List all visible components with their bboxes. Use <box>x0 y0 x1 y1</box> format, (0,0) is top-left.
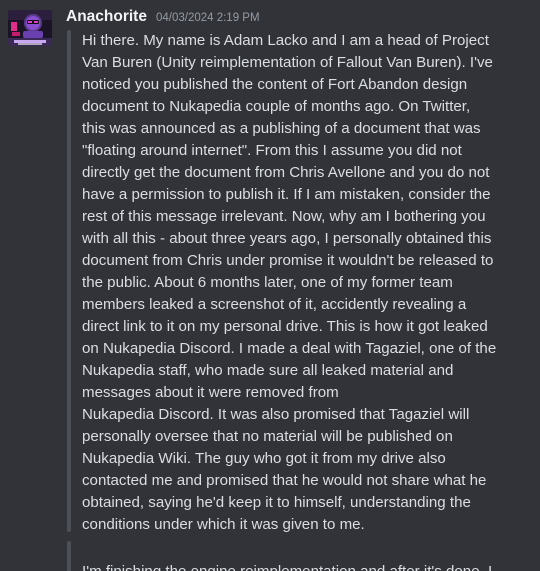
timestamp[interactable]: 04/03/2024 2:19 PM <box>156 12 260 24</box>
message-line: Van Buren (Unity reimplementation of Fal… <box>82 54 493 71</box>
message-line: Nukapedia staff, who made sure all leake… <box>82 362 454 379</box>
message-line: document from Chris under promise it wou… <box>82 252 494 269</box>
message-line: obtained, saying he'd keep it to himself… <box>82 494 471 511</box>
message-line: Hi there. My name is Adam Lacko and I am… <box>82 32 489 49</box>
message-line: have a permission to publish it. If I am… <box>82 186 491 203</box>
quote-bar <box>67 541 71 571</box>
purple-robot-avatar-icon <box>8 10 52 46</box>
message-line: contacted me and promised that he would … <box>82 472 487 489</box>
message-line: Nukapedia Discord. It was also promised … <box>82 406 470 423</box>
message-line: Nukapedia Wiki. The guy who got it from … <box>82 450 446 467</box>
message-line: I'm finishing the engine reimplementatio… <box>82 561 492 571</box>
message-line: rest of this message irrelevant. Now, wh… <box>82 208 486 225</box>
message-line: personally oversee that no material will… <box>82 428 453 445</box>
chat-message: Anachorite 04/03/2024 2:19 PM Hi there. … <box>0 0 540 571</box>
username[interactable]: Anachorite <box>66 8 147 26</box>
message-line: conditions under which it was given to m… <box>82 516 365 533</box>
quote-bar <box>67 30 71 532</box>
quote-paragraph: Hi there. My name is Adam Lacko and I am… <box>82 30 496 536</box>
message-line: directly get the document from Chris Ave… <box>82 164 490 181</box>
message-line: on Nukapedia Discord. I made a deal with… <box>82 340 497 357</box>
quote-paragraph: I'm finishing the engine reimplementatio… <box>82 561 492 571</box>
message-line: messages about it were removed from <box>82 384 339 401</box>
message-line: noticed you published the content of For… <box>82 76 468 93</box>
message-line: members leaked a screenshot of it, accid… <box>82 296 467 313</box>
message-line: document to Nukapedia couple of months a… <box>82 98 471 115</box>
message-line: "floating around internet". From this I … <box>82 142 462 159</box>
message-line: with all this - about three years ago, I… <box>82 230 492 247</box>
message-line: this was announced as a publishing of a … <box>82 120 481 137</box>
message-line: direct link to it on my personal drive. … <box>82 318 488 335</box>
message-line: the public. About 6 months later, one of… <box>82 274 453 291</box>
message-header: Anachorite 04/03/2024 2:19 PM <box>66 8 260 30</box>
avatar[interactable] <box>8 10 52 46</box>
